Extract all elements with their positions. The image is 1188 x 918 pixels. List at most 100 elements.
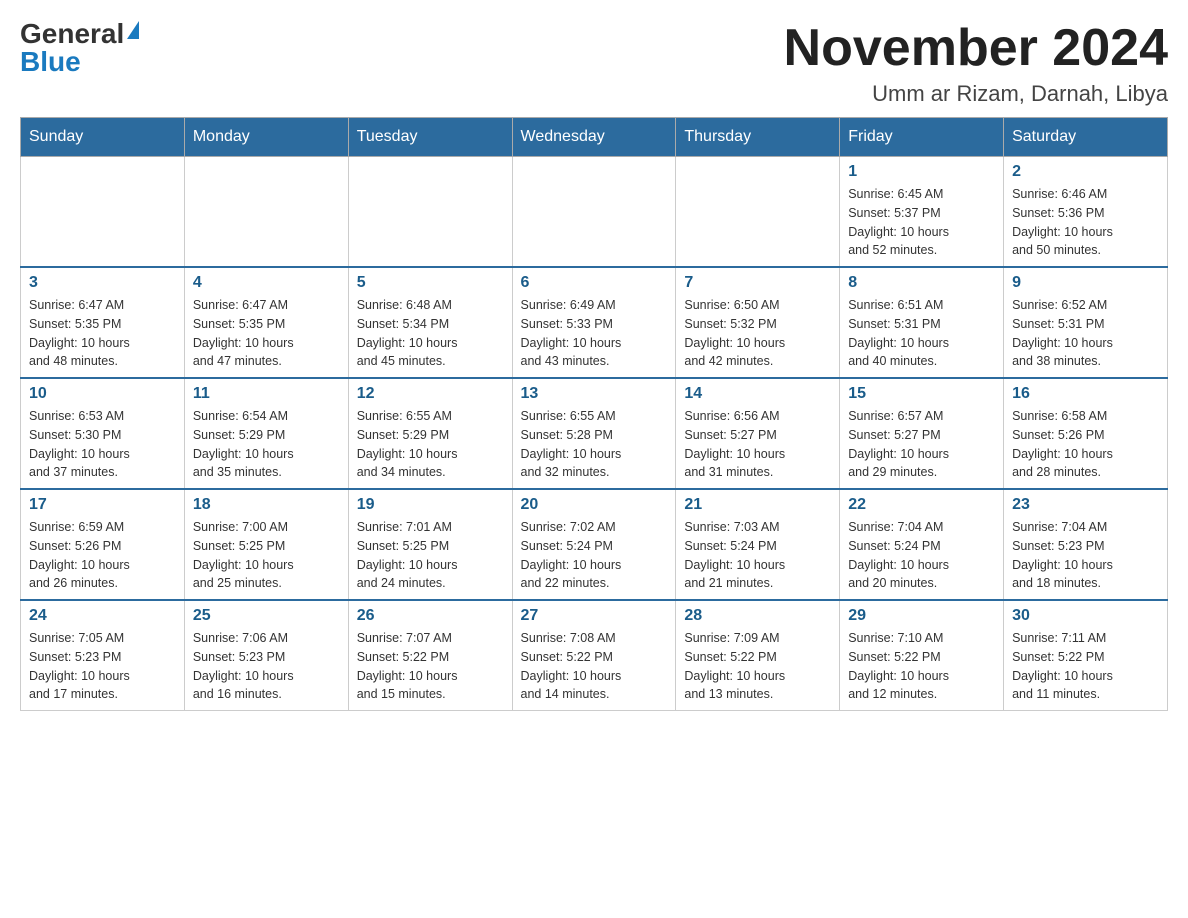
day-info: Sunrise: 6:57 AM Sunset: 5:27 PM Dayligh… <box>848 407 995 482</box>
day-info: Sunrise: 6:50 AM Sunset: 5:32 PM Dayligh… <box>684 296 831 371</box>
day-number: 12 <box>357 385 504 403</box>
day-number: 22 <box>848 496 995 514</box>
weekday-header-row: SundayMondayTuesdayWednesdayThursdayFrid… <box>21 118 1168 157</box>
header: General Blue November 2024 Umm ar Rizam,… <box>20 20 1168 107</box>
calendar-table: SundayMondayTuesdayWednesdayThursdayFrid… <box>20 117 1168 711</box>
calendar-cell: 29 Sunrise: 7:10 AM Sunset: 5:22 PM Dayli… <box>840 600 1004 711</box>
calendar-cell: 30Sunrise: 7:11 AM Sunset: 5:22 PM Dayli… <box>1004 600 1168 711</box>
day-info: Sunrise: 6:55 AM Sunset: 5:29 PM Dayligh… <box>357 407 504 482</box>
day-number: 17 <box>29 496 176 514</box>
day-number: 14 <box>684 385 831 403</box>
day-info: Sunrise: 6:56 AM Sunset: 5:27 PM Dayligh… <box>684 407 831 482</box>
day-number: 9 <box>1012 274 1159 292</box>
month-title: November 2024 <box>784 20 1168 77</box>
day-number: 8 <box>848 274 995 292</box>
weekday-header-sunday: Sunday <box>21 118 185 157</box>
day-info: Sunrise: 6:46 AM Sunset: 5:36 PM Dayligh… <box>1012 185 1159 260</box>
calendar-cell: 1 Sunrise: 6:45 AM Sunset: 5:37 PM Daylig… <box>840 157 1004 268</box>
day-info: Sunrise: 6:58 AM Sunset: 5:26 PM Dayligh… <box>1012 407 1159 482</box>
day-info: Sunrise: 6:47 AM Sunset: 5:35 PM Dayligh… <box>193 296 340 371</box>
day-number: 27 <box>521 607 668 625</box>
day-number: 28 <box>684 607 831 625</box>
day-info: Sunrise: 6:47 AM Sunset: 5:35 PM Dayligh… <box>29 296 176 371</box>
day-number: 3 <box>29 274 176 292</box>
calendar-cell: 21 Sunrise: 7:03 AM Sunset: 5:24 PM Dayli… <box>676 489 840 600</box>
day-number: 4 <box>193 274 340 292</box>
calendar-cell: 6Sunrise: 6:49 AM Sunset: 5:33 PM Daylig… <box>512 267 676 378</box>
day-info: Sunrise: 7:04 AM Sunset: 5:23 PM Dayligh… <box>1012 518 1159 593</box>
day-info: Sunrise: 6:51 AM Sunset: 5:31 PM Dayligh… <box>848 296 995 371</box>
day-number: 1 <box>848 163 995 181</box>
logo-blue-text: Blue <box>20 48 81 76</box>
calendar-cell: 12 Sunrise: 6:55 AM Sunset: 5:29 PM Dayli… <box>348 378 512 489</box>
calendar-cell: 15 Sunrise: 6:57 AM Sunset: 5:27 PM Dayli… <box>840 378 1004 489</box>
calendar-cell: 16 Sunrise: 6:58 AM Sunset: 5:26 PM Dayli… <box>1004 378 1168 489</box>
day-info: Sunrise: 6:55 AM Sunset: 5:28 PM Dayligh… <box>521 407 668 482</box>
day-number: 21 <box>684 496 831 514</box>
day-info: Sunrise: 7:10 AM Sunset: 5:22 PM Dayligh… <box>848 629 995 704</box>
day-info: Sunrise: 7:00 AM Sunset: 5:25 PM Dayligh… <box>193 518 340 593</box>
calendar-week-row: 3 Sunrise: 6:47 AM Sunset: 5:35 PM Daylig… <box>21 267 1168 378</box>
calendar-week-row: 1 Sunrise: 6:45 AM Sunset: 5:37 PM Daylig… <box>21 157 1168 268</box>
day-number: 18 <box>193 496 340 514</box>
calendar-cell: 18 Sunrise: 7:00 AM Sunset: 5:25 PM Dayli… <box>184 489 348 600</box>
day-number: 5 <box>357 274 504 292</box>
calendar-cell: 23 Sunrise: 7:04 AM Sunset: 5:23 PM Dayli… <box>1004 489 1168 600</box>
day-info: Sunrise: 6:45 AM Sunset: 5:37 PM Dayligh… <box>848 185 995 260</box>
day-info: Sunrise: 6:54 AM Sunset: 5:29 PM Dayligh… <box>193 407 340 482</box>
day-info: Sunrise: 7:04 AM Sunset: 5:24 PM Dayligh… <box>848 518 995 593</box>
calendar-cell: 2Sunrise: 6:46 AM Sunset: 5:36 PM Daylig… <box>1004 157 1168 268</box>
weekday-header-wednesday: Wednesday <box>512 118 676 157</box>
day-number: 23 <box>1012 496 1159 514</box>
location-title: Umm ar Rizam, Darnah, Libya <box>784 81 1168 107</box>
day-number: 16 <box>1012 385 1159 403</box>
calendar-cell: 5Sunrise: 6:48 AM Sunset: 5:34 PM Daylig… <box>348 267 512 378</box>
day-number: 15 <box>848 385 995 403</box>
day-number: 11 <box>193 385 340 403</box>
day-info: Sunrise: 6:49 AM Sunset: 5:33 PM Dayligh… <box>521 296 668 371</box>
day-info: Sunrise: 6:52 AM Sunset: 5:31 PM Dayligh… <box>1012 296 1159 371</box>
day-number: 7 <box>684 274 831 292</box>
day-number: 26 <box>357 607 504 625</box>
calendar-cell: 26Sunrise: 7:07 AM Sunset: 5:22 PM Dayli… <box>348 600 512 711</box>
weekday-header-friday: Friday <box>840 118 1004 157</box>
day-info: Sunrise: 7:08 AM Sunset: 5:22 PM Dayligh… <box>521 629 668 704</box>
calendar-week-row: 24 Sunrise: 7:05 AM Sunset: 5:23 PM Dayli… <box>21 600 1168 711</box>
day-info: Sunrise: 7:01 AM Sunset: 5:25 PM Dayligh… <box>357 518 504 593</box>
weekday-header-thursday: Thursday <box>676 118 840 157</box>
calendar-cell: 13Sunrise: 6:55 AM Sunset: 5:28 PM Dayli… <box>512 378 676 489</box>
day-info: Sunrise: 7:11 AM Sunset: 5:22 PM Dayligh… <box>1012 629 1159 704</box>
calendar-week-row: 17 Sunrise: 6:59 AM Sunset: 5:26 PM Dayli… <box>21 489 1168 600</box>
day-number: 29 <box>848 607 995 625</box>
calendar-cell <box>512 157 676 268</box>
calendar-cell: 24 Sunrise: 7:05 AM Sunset: 5:23 PM Dayli… <box>21 600 185 711</box>
calendar-cell: 8 Sunrise: 6:51 AM Sunset: 5:31 PM Daylig… <box>840 267 1004 378</box>
day-info: Sunrise: 7:02 AM Sunset: 5:24 PM Dayligh… <box>521 518 668 593</box>
calendar-cell: 14 Sunrise: 6:56 AM Sunset: 5:27 PM Dayli… <box>676 378 840 489</box>
calendar-cell: 19 Sunrise: 7:01 AM Sunset: 5:25 PM Dayli… <box>348 489 512 600</box>
weekday-header-tuesday: Tuesday <box>348 118 512 157</box>
calendar-cell <box>348 157 512 268</box>
day-number: 10 <box>29 385 176 403</box>
calendar-cell: 7 Sunrise: 6:50 AM Sunset: 5:32 PM Daylig… <box>676 267 840 378</box>
calendar-cell: 22 Sunrise: 7:04 AM Sunset: 5:24 PM Dayli… <box>840 489 1004 600</box>
calendar-cell: 9 Sunrise: 6:52 AM Sunset: 5:31 PM Daylig… <box>1004 267 1168 378</box>
day-info: Sunrise: 7:09 AM Sunset: 5:22 PM Dayligh… <box>684 629 831 704</box>
calendar-week-row: 10 Sunrise: 6:53 AM Sunset: 5:30 PM Dayli… <box>21 378 1168 489</box>
weekday-header-monday: Monday <box>184 118 348 157</box>
calendar-cell: 11 Sunrise: 6:54 AM Sunset: 5:29 PM Dayli… <box>184 378 348 489</box>
day-info: Sunrise: 7:06 AM Sunset: 5:23 PM Dayligh… <box>193 629 340 704</box>
logo: General Blue <box>20 20 139 76</box>
day-number: 19 <box>357 496 504 514</box>
title-area: November 2024 Umm ar Rizam, Darnah, Liby… <box>784 20 1168 107</box>
calendar-cell: 17 Sunrise: 6:59 AM Sunset: 5:26 PM Dayli… <box>21 489 185 600</box>
calendar-cell <box>184 157 348 268</box>
day-info: Sunrise: 6:53 AM Sunset: 5:30 PM Dayligh… <box>29 407 176 482</box>
day-info: Sunrise: 7:03 AM Sunset: 5:24 PM Dayligh… <box>684 518 831 593</box>
calendar-cell: 27 Sunrise: 7:08 AM Sunset: 5:22 PM Dayli… <box>512 600 676 711</box>
calendar-cell: 3 Sunrise: 6:47 AM Sunset: 5:35 PM Daylig… <box>21 267 185 378</box>
calendar-cell: 28 Sunrise: 7:09 AM Sunset: 5:22 PM Dayli… <box>676 600 840 711</box>
day-info: Sunrise: 6:59 AM Sunset: 5:26 PM Dayligh… <box>29 518 176 593</box>
day-info: Sunrise: 7:05 AM Sunset: 5:23 PM Dayligh… <box>29 629 176 704</box>
day-number: 24 <box>29 607 176 625</box>
